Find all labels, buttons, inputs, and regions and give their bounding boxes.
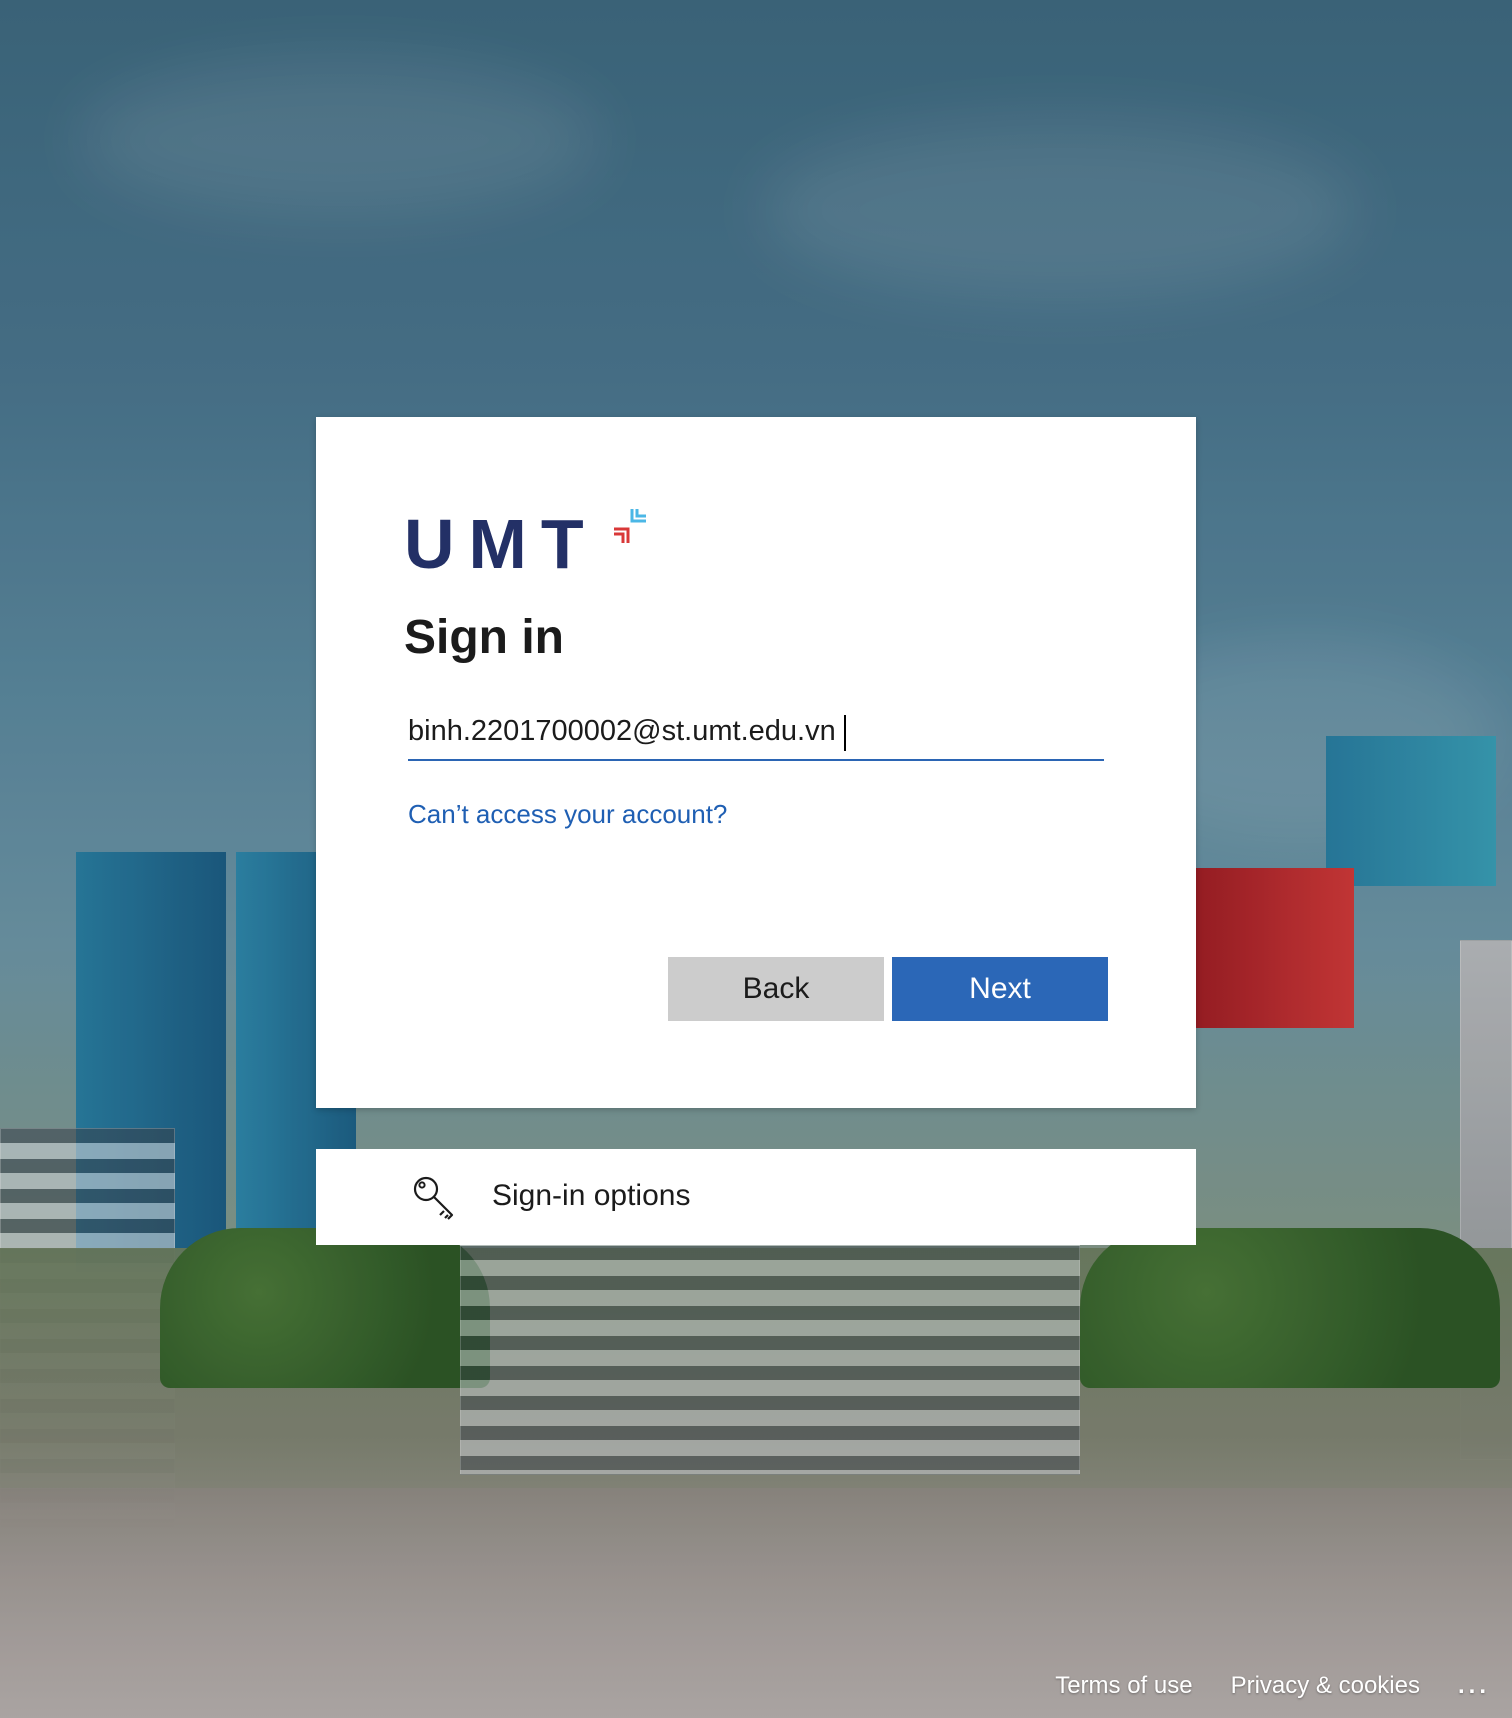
terms-of-use-link[interactable]: Terms of use bbox=[1055, 1672, 1192, 1700]
key-icon bbox=[413, 1176, 454, 1220]
email-field[interactable] bbox=[408, 707, 1104, 761]
email-field-container bbox=[408, 707, 1104, 761]
more-options-button[interactable]: ... bbox=[1458, 1672, 1490, 1700]
sign-in-options-button[interactable]: Sign-in options bbox=[316, 1149, 1196, 1245]
sign-in-card: UMT Sign in Can’t access your account? B… bbox=[316, 417, 1196, 1108]
cant-access-account-link[interactable]: Can’t access your account? bbox=[408, 799, 727, 830]
footer: Terms of use Privacy & cookies ... bbox=[1055, 1666, 1490, 1706]
next-button[interactable]: Next bbox=[892, 957, 1108, 1021]
sign-in-options-label: Sign-in options bbox=[492, 1179, 691, 1212]
umt-logo: UMT bbox=[404, 505, 664, 583]
page-title: Sign in bbox=[404, 611, 564, 664]
privacy-cookies-link[interactable]: Privacy & cookies bbox=[1231, 1672, 1420, 1700]
back-button[interactable]: Back bbox=[668, 957, 884, 1021]
logo-mark-icon bbox=[614, 509, 646, 543]
text-caret bbox=[844, 715, 846, 751]
logo-text: UMT bbox=[404, 505, 598, 583]
